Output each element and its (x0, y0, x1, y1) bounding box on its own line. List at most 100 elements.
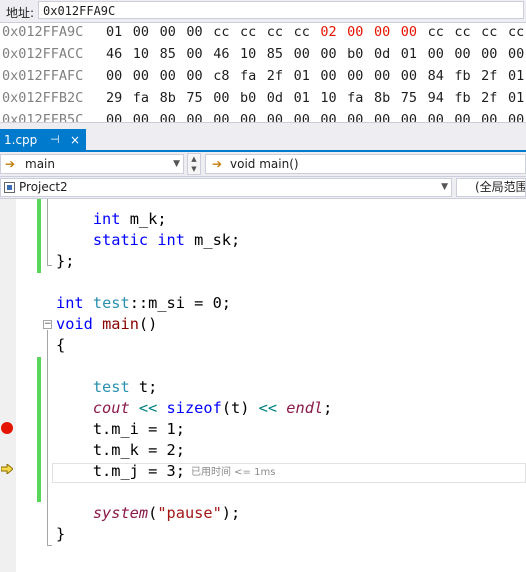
memory-byte[interactable]: 00 (294, 110, 321, 122)
memory-row[interactable]: 0x012FFB5C 00 00 00 00 00 00 00 00 00 00 00 00 00 00 00… (2, 110, 526, 122)
memory-byte[interactable]: 2f (481, 88, 508, 108)
memory-byte[interactable]: 0d (267, 88, 294, 108)
memory-byte[interactable]: 00 (213, 88, 240, 108)
memory-byte[interactable]: cc (481, 22, 508, 42)
memory-byte[interactable]: 00 (481, 110, 508, 122)
memory-byte[interactable]: 94 (428, 88, 455, 108)
memory-byte[interactable]: 00 (401, 66, 428, 86)
memory-byte[interactable]: 00 (320, 44, 347, 64)
memory-byte[interactable]: cc (508, 22, 526, 42)
memory-byte[interactable]: 75 (186, 88, 213, 108)
memory-byte[interactable]: 00 (508, 44, 526, 64)
memory-byte[interactable]: 00 (186, 22, 213, 42)
memory-byte[interactable]: 46 (106, 44, 133, 64)
function-dropdown[interactable]: ➔ void main() (205, 154, 526, 174)
memory-byte[interactable]: 8b (374, 88, 401, 108)
project-dropdown[interactable]: Project2 ▼ (0, 178, 452, 197)
memory-byte[interactable]: fa (133, 88, 160, 108)
memory-byte[interactable]: 00 (294, 44, 321, 64)
memory-byte[interactable]: 00 (374, 110, 401, 122)
memory-byte[interactable]: 00 (428, 44, 455, 64)
memory-row[interactable]: 0x012FFA9C 01 00 00 00 cc cc cc cc 02 00 00 00 cc cc cc… (2, 22, 526, 42)
memory-byte[interactable]: b0 (240, 88, 267, 108)
memory-row[interactable]: 0x012FFB2C 29 fa 8b 75 00 b0 0d 01 10 fa 8b 75 94 fb 2f… (2, 88, 526, 108)
memory-row[interactable]: 0x012FFAFC 00 00 00 00 c8 fa 2f 01 00 00 00 00 84 fb 2f… (2, 66, 526, 86)
memory-byte[interactable]: fa (347, 88, 374, 108)
close-icon[interactable]: × (70, 129, 80, 151)
memory-byte[interactable]: 00 (428, 110, 455, 122)
memory-byte[interactable]: 01 (401, 44, 428, 64)
memory-byte[interactable]: 00 (508, 110, 526, 122)
breakpoint-icon[interactable] (1, 422, 13, 434)
memory-byte[interactable]: 00 (240, 110, 267, 122)
memory-byte[interactable]: 00 (347, 66, 374, 86)
memory-byte[interactable]: 01 (508, 66, 526, 86)
memory-byte[interactable]: 00 (186, 110, 213, 122)
memory-byte[interactable]: 00 (106, 110, 133, 122)
memory-byte[interactable]: 00 (133, 110, 160, 122)
memory-byte[interactable]: 84 (428, 66, 455, 86)
memory-byte[interactable]: cc (454, 22, 481, 42)
memory-byte[interactable]: 01 (508, 88, 526, 108)
memory-byte[interactable]: 00 (347, 22, 374, 42)
memory-byte[interactable]: b0 (347, 44, 374, 64)
global-scope-dropdown[interactable]: (全局范围) (456, 178, 526, 197)
navigate-spinner[interactable]: ▲ ▼ (187, 153, 201, 175)
perf-tip[interactable]: 已用时间 <= 1ms (191, 466, 275, 480)
memory-byte[interactable]: 00 (454, 110, 481, 122)
memory-byte[interactable]: cc (294, 22, 321, 42)
memory-byte[interactable]: 00 (320, 66, 347, 86)
memory-byte[interactable]: cc (240, 22, 267, 42)
memory-byte[interactable]: 75 (401, 88, 428, 108)
memory-byte[interactable]: fb (454, 66, 481, 86)
memory-byte[interactable]: 85 (160, 44, 187, 64)
memory-byte[interactable]: 00 (454, 44, 481, 64)
memory-byte[interactable]: 00 (133, 22, 160, 42)
memory-byte[interactable]: 2f (481, 66, 508, 86)
memory-byte[interactable]: fb (454, 88, 481, 108)
memory-byte[interactable]: 00 (160, 22, 187, 42)
memory-byte[interactable]: 85 (267, 44, 294, 64)
memory-byte[interactable]: 00 (401, 22, 428, 42)
memory-byte[interactable]: 00 (133, 66, 160, 86)
code-line: static int m_sk; (92, 231, 241, 249)
memory-byte[interactable]: 10 (320, 88, 347, 108)
memory-byte[interactable]: fa (240, 66, 267, 86)
memory-byte[interactable]: 01 (106, 22, 133, 42)
memory-byte[interactable]: 10 (133, 44, 160, 64)
memory-row[interactable]: 0x012FFACC 46 10 85 00 46 10 85 00 00 b0 0d 01 00 00 00… (2, 44, 526, 64)
memory-byte[interactable]: cc (428, 22, 455, 42)
address-input[interactable]: 0x012FFA9C (38, 1, 524, 19)
collapse-toggle[interactable]: − (43, 320, 52, 329)
memory-byte[interactable]: 46 (213, 44, 240, 64)
memory-byte[interactable]: 01 (294, 88, 321, 108)
memory-byte[interactable]: 00 (186, 44, 213, 64)
memory-byte[interactable]: 0d (374, 44, 401, 64)
memory-byte[interactable]: 00 (160, 66, 187, 86)
memory-byte[interactable]: 00 (374, 22, 401, 42)
memory-byte[interactable]: 01 (294, 66, 321, 86)
pin-icon[interactable]: ⊣ (50, 129, 60, 151)
memory-byte[interactable]: 00 (347, 110, 374, 122)
memory-byte[interactable]: 00 (267, 110, 294, 122)
code-editor[interactable]: int m_k; static int m_sk; }; int test::m… (0, 199, 526, 572)
memory-byte[interactable]: 00 (160, 110, 187, 122)
memory-byte[interactable]: 8b (160, 88, 187, 108)
memory-byte[interactable]: 00 (320, 110, 347, 122)
memory-byte[interactable]: 02 (320, 22, 347, 42)
glyph-margin[interactable] (0, 199, 16, 572)
memory-byte[interactable]: 00 (401, 110, 428, 122)
memory-byte[interactable]: c8 (213, 66, 240, 86)
memory-byte[interactable]: 10 (240, 44, 267, 64)
memory-byte[interactable]: cc (213, 22, 240, 42)
memory-byte[interactable]: 00 (374, 66, 401, 86)
memory-byte[interactable]: 2f (267, 66, 294, 86)
memory-byte[interactable]: 00 (481, 44, 508, 64)
code-line: int m_k; (92, 210, 167, 228)
memory-byte[interactable]: 29 (106, 88, 133, 108)
memory-byte[interactable]: cc (267, 22, 294, 42)
scope-dropdown[interactable]: ➔ main ▼ (0, 154, 184, 174)
memory-byte[interactable]: 00 (213, 110, 240, 122)
memory-byte[interactable]: 00 (106, 66, 133, 86)
memory-byte[interactable]: 00 (186, 66, 213, 86)
